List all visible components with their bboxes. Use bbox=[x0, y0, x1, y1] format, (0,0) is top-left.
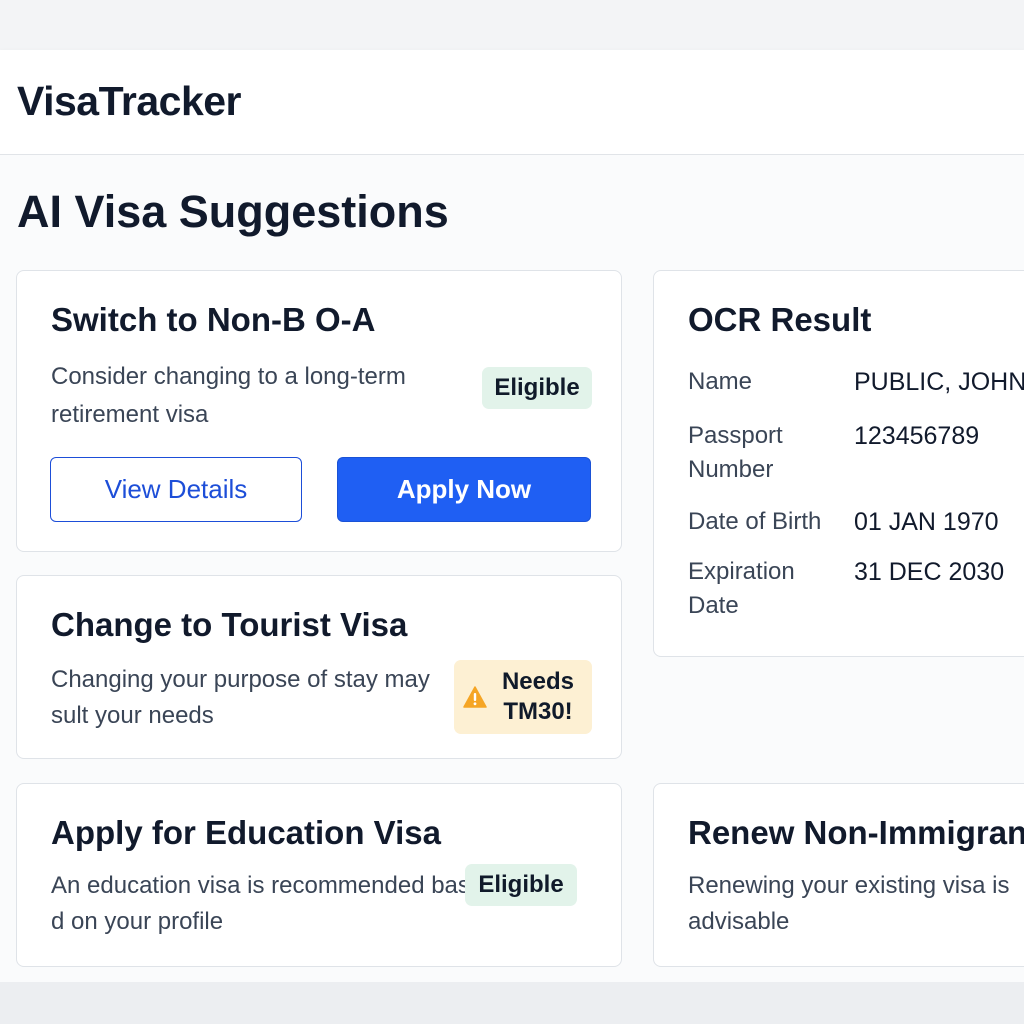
apply-now-button[interactable]: Apply Now bbox=[337, 457, 591, 522]
suggestion-title: Apply for Education Visa bbox=[51, 814, 441, 851]
warning-icon bbox=[463, 686, 487, 708]
ocr-value-name: PUBLIC, JOHN bbox=[854, 368, 1024, 396]
app-window: VisaTracker AI Visa Suggestions Switch t… bbox=[0, 50, 1024, 982]
status-badge-eligible: Eligible bbox=[465, 864, 577, 906]
suggestion-description: Changing your purpose of stay may sult y… bbox=[51, 666, 430, 729]
view-details-button[interactable]: View Details bbox=[50, 457, 302, 522]
app-logo-text[interactable]: VisaTracker bbox=[17, 78, 242, 125]
bottom-band bbox=[0, 982, 1024, 1024]
suggestion-description: Renewing your existing visa is advisable bbox=[688, 872, 1010, 935]
ocr-value-date-of-birth: 01 JAN 1970 bbox=[854, 508, 999, 536]
ocr-label-expiration-date: Expiration Date bbox=[688, 558, 795, 619]
status-badge-eligible: Eligible bbox=[482, 367, 592, 409]
suggestion-card-tourist-visa: Change to Tourist Visa Changing your pur… bbox=[16, 575, 622, 759]
suggestion-card-renew-non-immigrant: Renew Non-Immigrant Renewing your existi… bbox=[653, 783, 1024, 967]
suggestion-title: Renew Non-Immigrant bbox=[688, 814, 1024, 851]
ocr-label-name: Name bbox=[688, 368, 753, 395]
ocr-result-card: OCR Result Name PUBLIC, JOHN Passport Nu… bbox=[653, 270, 1024, 657]
ocr-title: OCR Result bbox=[688, 301, 872, 338]
suggestion-card-non-b-oa: Switch to Non-B O-A Consider changing to… bbox=[16, 270, 622, 552]
page-title: AI Visa Suggestions bbox=[17, 186, 449, 237]
suggestion-description: An education visa is recommended base d … bbox=[51, 872, 484, 935]
suggestion-card-education-visa: Apply for Education Visa An education vi… bbox=[16, 783, 622, 967]
suggestion-title: Change to Tourist Visa bbox=[51, 606, 408, 643]
ocr-value-expiration-date: 31 DEC 2030 bbox=[854, 558, 1005, 586]
ocr-label-passport-number: Passport Number bbox=[688, 422, 783, 483]
ocr-value-passport-number: 123456789 bbox=[854, 422, 980, 450]
status-badge-needs-tm30: Needs TM30! bbox=[454, 660, 592, 734]
suggestion-description: Consider changing to a long-term retirem… bbox=[51, 363, 406, 428]
top-band bbox=[0, 0, 1024, 51]
ocr-label-date-of-birth: Date of Birth bbox=[688, 508, 822, 535]
app-header: VisaTracker bbox=[0, 50, 1024, 155]
status-badge-label: Needs TM30! bbox=[501, 668, 575, 725]
suggestion-title: Switch to Non-B O-A bbox=[51, 301, 376, 338]
